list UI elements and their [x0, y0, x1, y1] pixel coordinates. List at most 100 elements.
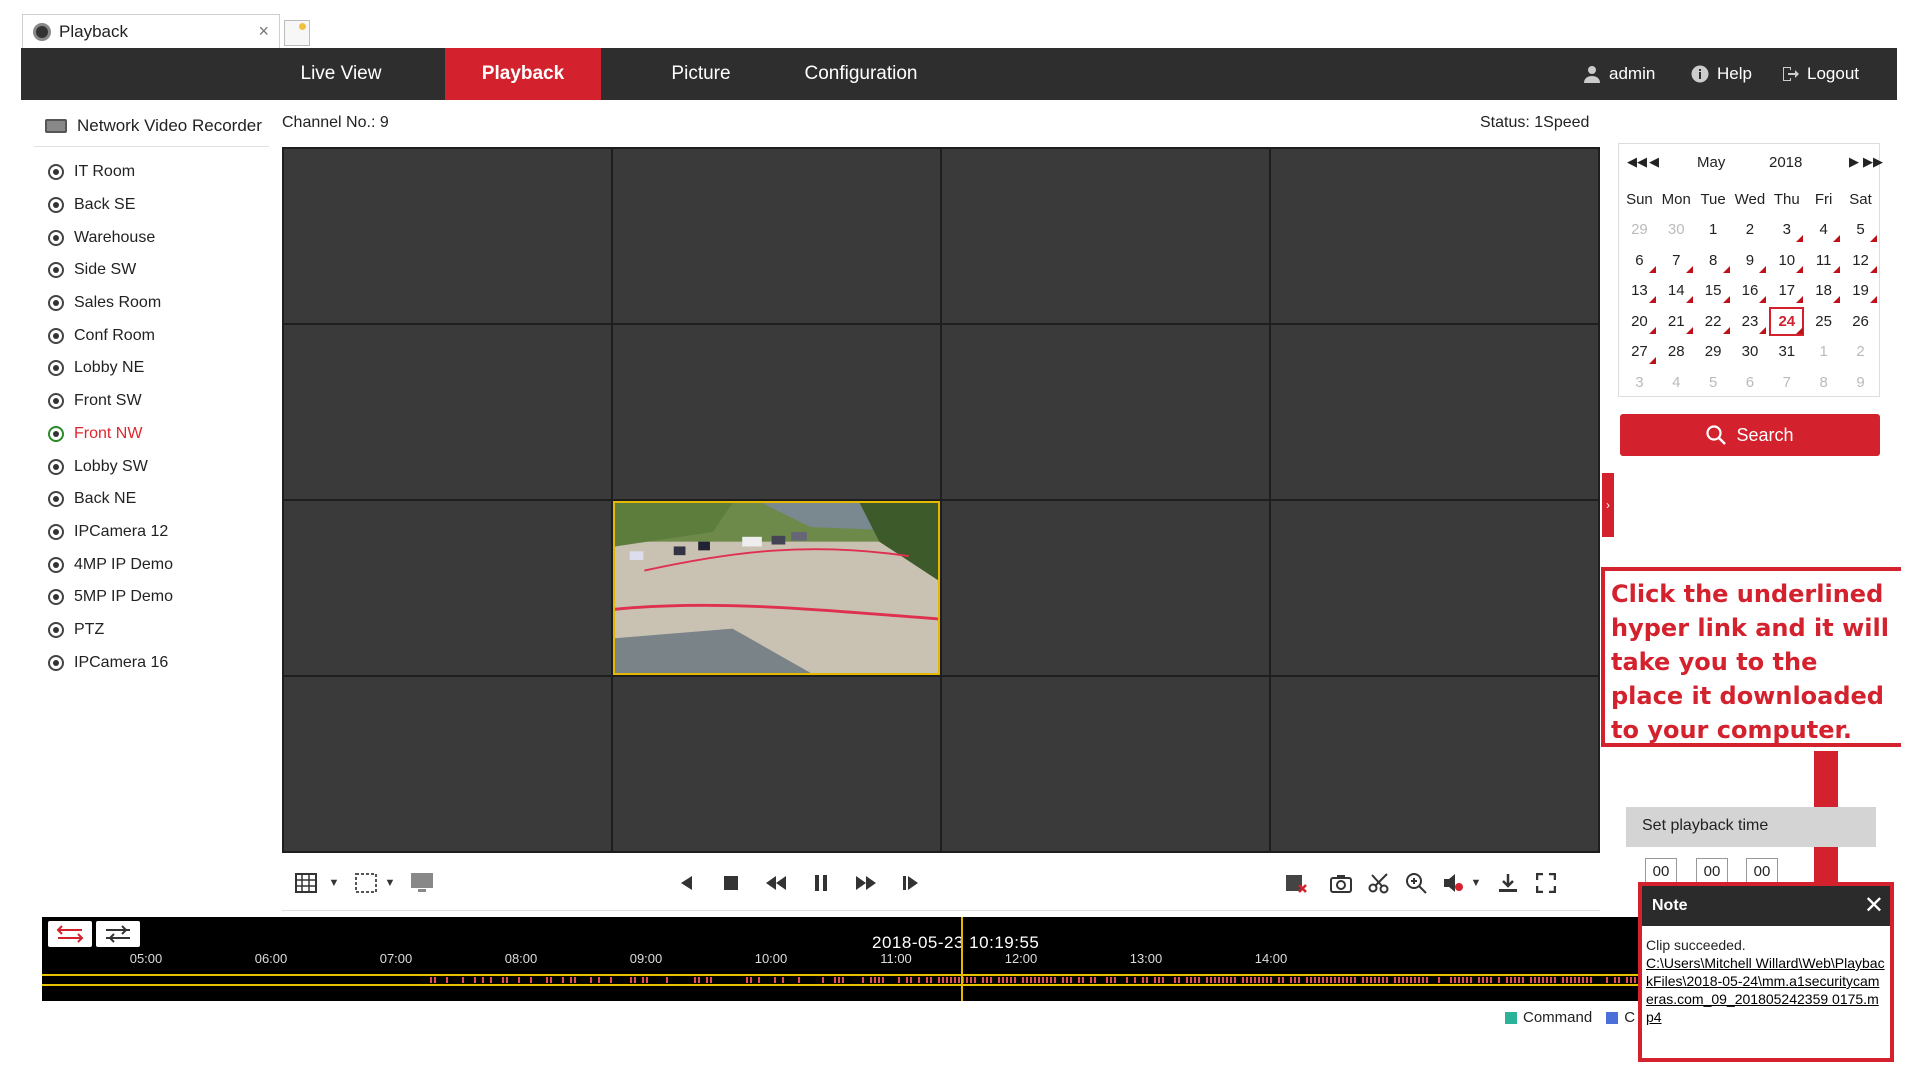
calendar-day[interactable]: 23: [1732, 306, 1769, 337]
calendar-day[interactable]: 1: [1805, 337, 1842, 368]
calendar-day[interactable]: 3: [1621, 367, 1658, 398]
stop-button[interactable]: [717, 869, 745, 897]
camera-item[interactable]: IPCamera 12: [48, 516, 278, 549]
video-cell[interactable]: [613, 677, 940, 851]
camera-item[interactable]: IT Room: [48, 156, 278, 189]
calendar-day[interactable]: 1: [1695, 215, 1732, 246]
calendar-day[interactable]: 8: [1695, 245, 1732, 276]
calendar-day[interactable]: 25: [1805, 306, 1842, 337]
video-cell[interactable]: [284, 325, 611, 499]
video-cell[interactable]: [284, 501, 611, 675]
video-cell[interactable]: [284, 677, 611, 851]
close-icon[interactable]: ✕: [1864, 886, 1884, 926]
download-button[interactable]: [1494, 869, 1522, 897]
calendar-day[interactable]: 4: [1805, 215, 1842, 246]
tab-live-view[interactable]: Live View: [276, 48, 406, 100]
camera-item[interactable]: Lobby SW: [48, 450, 278, 483]
calendar-day[interactable]: 6: [1621, 245, 1658, 276]
next-year-icon[interactable]: ▶▶: [1863, 154, 1883, 170]
calendar-day[interactable]: 22: [1695, 306, 1732, 337]
camera-item[interactable]: Sales Room: [48, 287, 278, 320]
video-cell[interactable]: [284, 149, 611, 323]
fullscreen-button[interactable]: [1532, 869, 1560, 897]
video-cell[interactable]: [1271, 325, 1598, 499]
calendar-day[interactable]: 11: [1805, 245, 1842, 276]
calendar-day[interactable]: 30: [1658, 215, 1695, 246]
capture-dropdown-icon[interactable]: ▼: [376, 869, 404, 897]
video-cell[interactable]: [1271, 501, 1598, 675]
snapshot-button[interactable]: [1327, 869, 1355, 897]
video-cell[interactable]: [1271, 149, 1598, 323]
calendar-day[interactable]: 20: [1621, 306, 1658, 337]
frame-step-button[interactable]: [897, 869, 925, 897]
digital-zoom-button[interactable]: [1402, 869, 1430, 897]
camera-item[interactable]: 4MP IP Demo: [48, 548, 278, 581]
video-cell[interactable]: [942, 677, 1269, 851]
video-cell[interactable]: [942, 149, 1269, 323]
video-cell[interactable]: [942, 325, 1269, 499]
calendar-day[interactable]: 14: [1658, 276, 1695, 307]
calendar-day[interactable]: 19: [1842, 276, 1879, 307]
calendar-day[interactable]: 29: [1621, 215, 1658, 246]
timeline-zoom-in-button[interactable]: [48, 921, 92, 947]
calendar-day[interactable]: 7: [1768, 367, 1805, 398]
calendar-day[interactable]: 5: [1695, 367, 1732, 398]
camera-item[interactable]: Back SE: [48, 189, 278, 222]
stop-all-button[interactable]: [408, 869, 436, 897]
video-cell-active[interactable]: [613, 501, 940, 675]
calendar-day[interactable]: 6: [1732, 367, 1769, 398]
calendar-day[interactable]: 10: [1768, 245, 1805, 276]
camera-item[interactable]: Front NW: [48, 418, 278, 451]
new-tab-button[interactable]: [284, 20, 310, 46]
help-link[interactable]: Help: [1691, 48, 1752, 100]
reverse-play-button[interactable]: [672, 869, 700, 897]
timeline-cursor[interactable]: [961, 917, 963, 1001]
clip-button[interactable]: [1365, 869, 1393, 897]
calendar-day[interactable]: 16: [1732, 276, 1769, 307]
camera-item[interactable]: IPCamera 16: [48, 646, 278, 679]
video-cell[interactable]: [613, 325, 940, 499]
search-button[interactable]: Search: [1620, 414, 1880, 456]
calendar-day[interactable]: 7: [1658, 245, 1695, 276]
calendar-day[interactable]: 15: [1695, 276, 1732, 307]
calendar-day[interactable]: 17: [1768, 276, 1805, 307]
calendar-day[interactable]: 30: [1732, 337, 1769, 368]
camera-item[interactable]: Back NE: [48, 483, 278, 516]
slow-backward-button[interactable]: [762, 869, 790, 897]
next-month-icon[interactable]: ▶: [1849, 154, 1859, 170]
close-tab-icon[interactable]: ×: [258, 21, 269, 42]
camera-item[interactable]: 5MP IP Demo: [48, 581, 278, 614]
calendar-day[interactable]: 9: [1842, 367, 1879, 398]
camera-item[interactable]: Side SW: [48, 254, 278, 287]
calendar-day[interactable]: 4: [1658, 367, 1695, 398]
prev-year-icon[interactable]: ◀◀: [1627, 154, 1647, 170]
tab-picture[interactable]: Picture: [641, 48, 761, 100]
calendar-day[interactable]: 9: [1732, 245, 1769, 276]
stop-all-recording-button[interactable]: [1282, 869, 1310, 897]
camera-item[interactable]: Conf Room: [48, 319, 278, 352]
timeline[interactable]: 2018-05-23 10:19:55 05:00 06:00 07:00 08:00…: [42, 917, 1642, 1001]
video-cell[interactable]: [1271, 677, 1598, 851]
calendar-day[interactable]: 29: [1695, 337, 1732, 368]
calendar-day[interactable]: 8: [1805, 367, 1842, 398]
calendar-day[interactable]: 13: [1621, 276, 1658, 307]
calendar-day[interactable]: 27: [1621, 337, 1658, 368]
pause-button[interactable]: [807, 869, 835, 897]
tab-playback[interactable]: Playback: [445, 48, 601, 100]
calendar-day[interactable]: 28: [1658, 337, 1695, 368]
calendar-day[interactable]: 2: [1842, 337, 1879, 368]
tab-configuration[interactable]: Configuration: [781, 48, 941, 100]
calendar-day[interactable]: 24: [1768, 306, 1805, 337]
camera-item[interactable]: PTZ: [48, 614, 278, 647]
window-layout-button[interactable]: [292, 869, 320, 897]
browser-tab[interactable]: Playback ×: [22, 14, 280, 48]
camera-item[interactable]: Warehouse: [48, 221, 278, 254]
user-menu[interactable]: admin: [1583, 48, 1655, 100]
download-path-link[interactable]: C:\Users\Mitchell Willard\Web\PlaybackFi…: [1646, 955, 1885, 1025]
calendar-day[interactable]: 3: [1768, 215, 1805, 246]
calendar-day[interactable]: 26: [1842, 306, 1879, 337]
layout-dropdown-icon[interactable]: ▼: [320, 869, 348, 897]
calendar-day[interactable]: 2: [1732, 215, 1769, 246]
prev-month-icon[interactable]: ◀: [1649, 154, 1659, 170]
logout-link[interactable]: Logout: [1781, 48, 1859, 100]
